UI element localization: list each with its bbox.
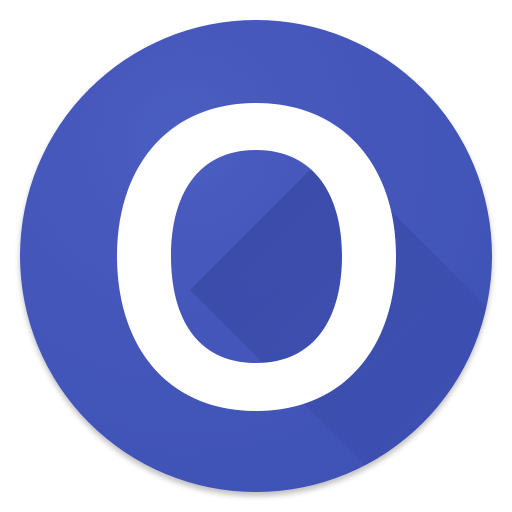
icon-canvas: O: [0, 0, 512, 512]
letter-o-app-icon[interactable]: O: [0, 0, 512, 512]
